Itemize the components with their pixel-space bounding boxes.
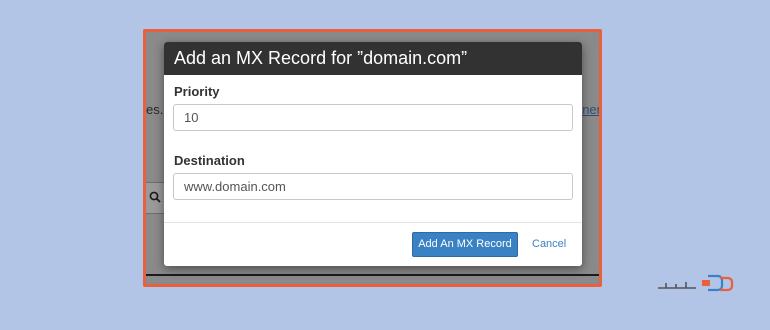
cancel-button[interactable]: Cancel (532, 232, 566, 257)
dialog-divider (164, 222, 582, 223)
search-icon (149, 191, 161, 203)
priority-input[interactable] (173, 104, 573, 131)
destination-label: Destination (174, 153, 245, 168)
background-search-button[interactable] (146, 182, 165, 214)
priority-label: Priority (174, 84, 220, 99)
dialog-title: Add an MX Record for ”domain.com” (164, 42, 582, 75)
add-mx-record-dialog: Add an MX Record for ”domain.com” Priori… (164, 42, 582, 266)
brand-logo (658, 274, 734, 292)
add-mx-record-button[interactable]: Add An MX Record (412, 232, 518, 257)
background-link[interactable]: ner (582, 102, 599, 117)
background-divider (146, 274, 599, 276)
destination-input[interactable] (173, 173, 573, 200)
